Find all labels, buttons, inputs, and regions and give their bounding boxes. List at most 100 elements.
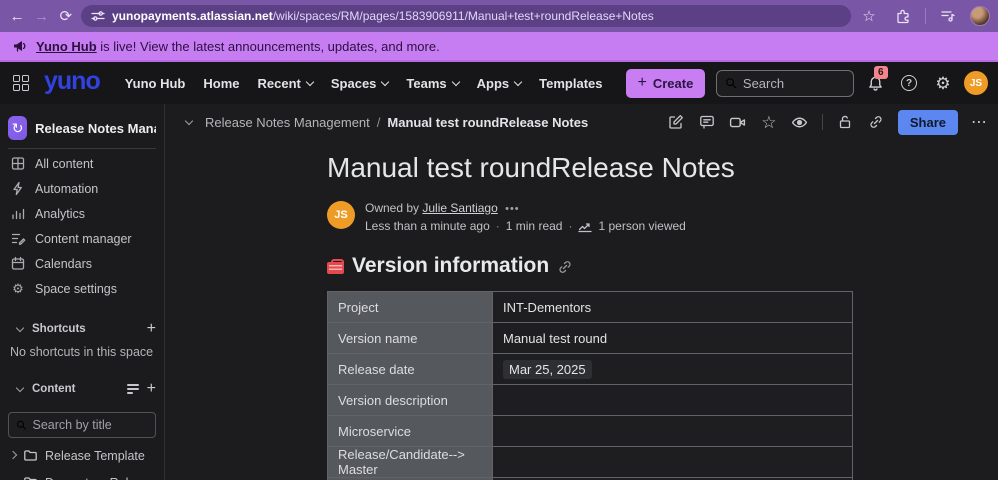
notifications-button[interactable]: 6 — [862, 70, 888, 96]
nav-item-spaces[interactable]: Spaces — [324, 70, 396, 97]
sidebar-divider — [8, 148, 156, 149]
nav-item-recent[interactable]: Recent — [251, 70, 320, 97]
row-value[interactable]: Mar 25, 2025 — [493, 354, 853, 385]
page-toolbar: Release Notes Management / Manual test r… — [165, 104, 998, 140]
sidebar-item-calendars[interactable]: Calendars — [0, 251, 164, 276]
app-switcher-icon[interactable] — [10, 72, 32, 94]
nav-item-yuno-hub[interactable]: Yuno Hub — [118, 70, 193, 97]
browser-reload-icon[interactable]: ⟳ — [57, 4, 75, 28]
nav-item-home[interactable]: Home — [196, 70, 246, 97]
read-time: 1 min read — [506, 219, 563, 234]
shortcuts-section-header: Shortcuts + — [0, 316, 164, 342]
comments-button[interactable] — [698, 113, 716, 131]
user-avatar[interactable]: JS — [964, 71, 988, 95]
chevron-down-icon — [514, 78, 522, 86]
owner-more-icon[interactable]: ••• — [505, 203, 520, 215]
global-search-input[interactable] — [743, 76, 845, 91]
media-controls-icon[interactable] — [936, 4, 960, 28]
nav-item-templates[interactable]: Templates — [532, 70, 609, 97]
row-value[interactable] — [493, 447, 853, 478]
bookmark-star-icon[interactable]: ☆ — [857, 4, 881, 28]
row-value[interactable] — [493, 385, 853, 416]
filter-icon[interactable] — [127, 384, 139, 394]
shortcuts-empty-text: No shortcuts in this space — [0, 342, 164, 362]
toolbar-separator — [822, 114, 823, 130]
chevron-down-icon — [185, 117, 193, 125]
row-value[interactable] — [493, 416, 853, 447]
link-icon — [868, 114, 884, 130]
browser-back-icon[interactable]: ← — [8, 4, 26, 28]
sidebar-item-automation[interactable]: Automation — [0, 176, 164, 201]
chevron-down-icon — [381, 78, 389, 86]
edit-pencil-icon — [668, 114, 684, 130]
space-header[interactable]: ↻ Release Notes Manage... — [0, 112, 164, 148]
date-lozenge[interactable]: Mar 25, 2025 — [503, 360, 592, 379]
sidebar-item-all-content[interactable]: All content — [0, 151, 164, 176]
views-count[interactable]: 1 person viewed — [598, 219, 685, 234]
breadcrumb-parent[interactable]: Release Notes Management — [205, 115, 370, 130]
copy-link-button[interactable] — [867, 113, 885, 131]
heading-anchor-link-icon[interactable] — [557, 259, 573, 275]
gear-icon: ⚙ — [935, 75, 950, 92]
address-bar[interactable]: yunopayments.atlassian.net/wiki/spaces/R… — [81, 5, 851, 27]
sidebar-toggle-button[interactable] — [175, 111, 197, 133]
more-actions-icon[interactable]: ⋯ — [971, 112, 988, 132]
row-label: Project — [328, 292, 493, 323]
chevron-down-icon — [451, 78, 459, 86]
content-search-input[interactable] — [33, 418, 149, 432]
dot-separator: · — [496, 219, 500, 234]
browser-separator — [925, 8, 926, 24]
shortcuts-collapse-button[interactable] — [8, 320, 26, 338]
watch-button[interactable] — [791, 113, 809, 131]
owned-by-label: Owned by — [365, 201, 419, 215]
sidebar-item-content-manager[interactable]: Content manager — [0, 226, 164, 251]
table-row: Version description — [328, 385, 853, 416]
shortcuts-title: Shortcuts — [32, 323, 86, 335]
help-button[interactable]: ? — [896, 70, 922, 96]
browser-forward-icon[interactable]: → — [32, 4, 50, 28]
video-button[interactable] — [729, 113, 747, 131]
nav-item-apps[interactable]: Apps — [470, 70, 529, 97]
space-name: Release Notes Manage... — [35, 121, 156, 136]
restrictions-button[interactable] — [836, 113, 854, 131]
settings-button[interactable]: ⚙ — [930, 70, 956, 96]
owner-avatar[interactable]: JS — [327, 201, 355, 229]
global-search[interactable] — [716, 70, 854, 97]
sidebar-item-space-settings[interactable]: ⚙ Space settings — [0, 276, 164, 302]
search-icon — [16, 419, 27, 431]
tree-item-release-template[interactable]: Release Template — [0, 442, 164, 469]
create-button[interactable]: +Create — [626, 69, 706, 98]
chevron-right-icon — [9, 450, 17, 458]
owner-name[interactable]: Julie Santiago — [422, 201, 497, 215]
star-icon: ☆ — [761, 114, 776, 131]
row-value[interactable]: Manual test round — [493, 323, 853, 354]
breadcrumb: Release Notes Management / Manual test r… — [205, 115, 588, 130]
favorite-button[interactable]: ☆ — [760, 113, 778, 131]
browser-profile-avatar[interactable] — [970, 6, 990, 26]
yuno-logo[interactable]: yuno — [40, 67, 110, 99]
content-search[interactable] — [8, 412, 156, 438]
page-actions: ☆ Share ⋯ — [667, 110, 988, 135]
tree-item-dementors-release[interactable]: Dementors Release — [0, 469, 164, 480]
row-value[interactable]: INT-Dementors — [493, 292, 853, 323]
analytics-trend-icon — [578, 221, 592, 233]
extensions-icon[interactable] — [891, 4, 915, 28]
list-pencil-icon — [10, 231, 26, 246]
sidebar-item-analytics[interactable]: Analytics — [0, 201, 164, 226]
nav-item-teams[interactable]: Teams — [399, 70, 465, 97]
notification-badge: 6 — [874, 66, 888, 79]
edit-button[interactable] — [667, 113, 685, 131]
add-content-button[interactable]: + — [147, 381, 156, 397]
chevron-down-icon — [16, 384, 24, 392]
plus-icon: + — [638, 74, 647, 92]
share-button[interactable]: Share — [898, 110, 958, 135]
url-path: /wiki/spaces/RM/pages/1583906911/Manual+… — [273, 9, 654, 23]
site-settings-icon[interactable] — [91, 9, 105, 23]
url-text: yunopayments.atlassian.net/wiki/spaces/R… — [112, 9, 654, 23]
unlock-icon — [837, 114, 853, 130]
content-collapse-button[interactable] — [8, 380, 26, 398]
add-shortcut-button[interactable]: + — [147, 321, 156, 337]
banner-link[interactable]: Yuno Hub — [36, 39, 97, 54]
breadcrumb-current[interactable]: Manual test roundRelease Notes — [387, 115, 588, 130]
table-row: Microservice — [328, 416, 853, 447]
